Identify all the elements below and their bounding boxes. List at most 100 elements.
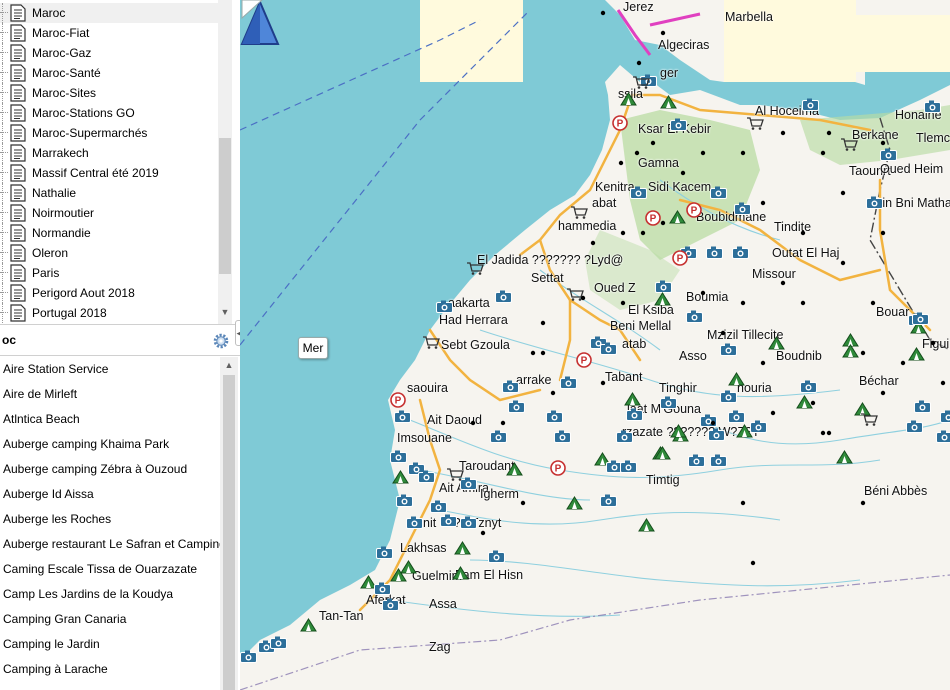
place-item[interactable]: Auberge Id Aissa (3, 484, 94, 504)
collection-item[interactable]: Maroc-Gaz (0, 43, 218, 63)
collection-item[interactable]: Maroc (0, 3, 218, 23)
town-label[interactable]: El Jadida ??????? ?Lyd@ (477, 253, 623, 267)
town-label[interactable]: Marbella (725, 10, 773, 24)
town-label[interactable]: Beni Mellal (610, 319, 671, 333)
town-label[interactable]: Outat El Haj (772, 246, 839, 260)
town-label[interactable]: Asso (679, 349, 707, 363)
place-item[interactable]: Camp Les Jardins de la Koudya (3, 584, 173, 604)
place-item[interactable]: Camping le Jardin (3, 634, 100, 654)
place-item[interactable]: Camping Gran Canaria (3, 609, 126, 629)
town-label[interactable]: iznit ???? Tznyt (414, 516, 501, 530)
town-label[interactable]: Béchar (859, 374, 899, 388)
svg-text:P: P (581, 356, 588, 367)
place-item[interactable]: Atlntica Beach (3, 409, 80, 429)
collection-item-label: Marrakech (32, 146, 89, 160)
document-icon (10, 244, 26, 262)
town-label[interactable]: Had Herrara (439, 313, 508, 327)
collection-item[interactable]: Maroc-Sites (0, 83, 218, 103)
town-label[interactable]: Sebt Gzoula (441, 338, 510, 352)
collection-item[interactable]: Paris (0, 263, 218, 283)
collection-item[interactable]: Portugal 2018 (0, 303, 218, 323)
town-label[interactable]: Assa (429, 597, 457, 611)
town-label[interactable]: Oued Z (594, 281, 636, 295)
town-label[interactable]: abat (592, 196, 616, 210)
town-label[interactable]: Gamna (638, 156, 679, 170)
town-label[interactable]: Missour (752, 267, 796, 281)
collection-item[interactable]: Marrakech (0, 143, 218, 163)
collection-item-label: Noirmoutier (32, 206, 95, 220)
collections-scrollbar-thumb[interactable] (219, 138, 231, 274)
place-item[interactable]: Caming Escale Tissa de Ouarzazate (3, 559, 197, 579)
collection-item-label: Normandie (32, 226, 91, 240)
collection-item-label: Maroc-Gaz (32, 46, 92, 60)
place-item[interactable]: Auberge camping Zébra à Ouzoud (3, 459, 187, 479)
document-icon (10, 24, 26, 42)
town-label[interactable]: Boumia (686, 290, 728, 304)
document-icon (10, 264, 26, 282)
collection-item[interactable]: Maroc-Supermarchés (0, 123, 218, 143)
town-label[interactable]: Zag (429, 640, 451, 654)
collection-item[interactable]: Noirmoutier (0, 203, 218, 223)
town-label[interactable]: Béni Abbès (864, 484, 927, 498)
town-label[interactable]: Boudnib (776, 349, 822, 363)
collection-item[interactable]: Maroc-Stations GO (0, 103, 218, 123)
sea-label[interactable]: Mer (298, 337, 328, 359)
place-item[interactable]: Auberge restaurant Le Safran et Camping (3, 534, 226, 554)
town-label[interactable]: Timtig (646, 473, 680, 487)
town-label[interactable]: ger (660, 66, 678, 80)
town-label[interactable]: Tinghir (659, 381, 697, 395)
collection-item[interactable]: Perigord Aout 2018 (0, 283, 218, 303)
collections-scrollbar[interactable]: ▼ (218, 0, 232, 324)
place-item[interactable]: Camping à Larache (3, 659, 108, 679)
town-label[interactable]: Boubidmane (696, 210, 766, 224)
town-label[interactable]: Ain Bni Matha (874, 196, 950, 210)
collection-item-label: Massif Central été 2019 (32, 166, 159, 180)
scroll-up-icon[interactable]: ▲ (221, 357, 237, 373)
collapse-panel-button[interactable]: ◀ (235, 320, 240, 346)
place-item[interactable]: Auberge camping Khaima Park (3, 434, 169, 454)
town-label[interactable]: Kenitra (595, 180, 635, 194)
collection-item[interactable]: Nathalie (0, 183, 218, 203)
place-item[interactable]: Aire de Mirleft (3, 384, 77, 404)
town-label[interactable]: Jerez (623, 0, 654, 14)
collection-item[interactable]: Massif Central été 2019 (0, 163, 218, 183)
document-icon (10, 204, 26, 222)
places-scrollbar-thumb[interactable] (223, 375, 235, 690)
svg-text:P: P (677, 254, 684, 265)
town-label[interactable]: Tabant (605, 370, 643, 384)
town-label[interactable]: aakarta (448, 296, 490, 310)
document-icon (10, 224, 26, 242)
town-label[interactable]: arrake (516, 373, 551, 387)
gear-icon[interactable] (212, 332, 230, 350)
place-item[interactable]: Aire Station Service (3, 359, 108, 379)
collection-item[interactable]: Maroc-Fiat (0, 23, 218, 43)
town-label[interactable]: Imsouane (397, 431, 452, 445)
places-scrollbar[interactable]: ▲ (220, 357, 238, 690)
scroll-down-icon[interactable]: ▼ (217, 304, 233, 320)
map-view[interactable]: Mer Jerez Marbella Algeciras ger ssila Al Hoc… (240, 0, 950, 690)
town-label[interactable]: Tlemc (916, 131, 950, 145)
town-label[interactable]: atab (622, 337, 646, 351)
town-label[interactable]: saouira (407, 381, 448, 395)
town-label[interactable]: Oued Heim (880, 162, 943, 176)
town-label[interactable]: Igherm (480, 487, 519, 501)
town-label[interactable]: Tan-Tan (319, 609, 363, 623)
places-header-bar: oc (0, 324, 240, 356)
place-item[interactable]: Auberge les Roches (3, 509, 111, 529)
collection-item[interactable]: Oleron (0, 243, 218, 263)
collection-item[interactable]: Maroc-Santé (0, 63, 218, 83)
town-label[interactable]: hammedia (558, 219, 616, 233)
town-label[interactable]: Bouar (876, 305, 909, 319)
town-label[interactable]: Sidi Kacem (648, 180, 711, 194)
document-icon (10, 44, 26, 62)
places-list: Aire Station Service Aire de Mirleft Atlnt… (0, 357, 238, 690)
town-label[interactable]: Settat (531, 271, 564, 285)
collection-item-label: Maroc-Fiat (32, 26, 90, 40)
svg-text:P: P (650, 214, 657, 225)
town-label[interactable]: Lakhsas (400, 541, 447, 555)
svg-text:P: P (395, 396, 402, 407)
collection-item[interactable]: Normandie (0, 223, 218, 243)
collection-item-label: Oleron (32, 246, 69, 260)
town-label[interactable]: Berkane (852, 128, 899, 142)
town-label[interactable]: Algeciras (658, 38, 709, 52)
